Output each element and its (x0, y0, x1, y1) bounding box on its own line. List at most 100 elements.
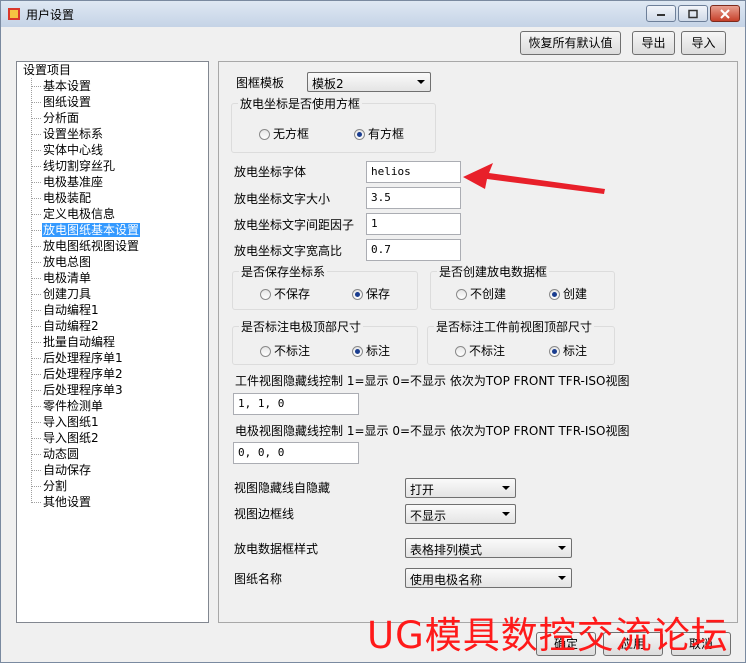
tree-item[interactable]: 自动保存 (31, 462, 92, 478)
tree-item[interactable]: 自动编程1 (31, 302, 100, 318)
export-button[interactable]: 导出 (632, 31, 675, 55)
tree-connector-tick (31, 406, 41, 407)
tree-item[interactable]: 动态圆 (31, 446, 80, 462)
minimize-button[interactable] (646, 5, 676, 22)
workpiece-hidden-input[interactable]: 1, 1, 0 (233, 393, 359, 415)
auto-hide-value: 打开 (410, 483, 435, 497)
restore-defaults-button[interactable]: 恢复所有默认值 (520, 31, 621, 55)
title-bar[interactable]: 用户设置 (1, 1, 745, 27)
coord-font-input[interactable]: helios (366, 161, 461, 183)
tree-connector-tick (31, 134, 41, 135)
tree-connector-tick (31, 502, 41, 503)
tree-connector-tick (31, 102, 41, 103)
maximize-button[interactable] (678, 5, 708, 22)
coord-aspect-label: 放电坐标文字宽高比 (234, 244, 343, 258)
radio-selected-icon (352, 346, 363, 357)
tree-item[interactable]: 分割 (31, 478, 68, 494)
sheet-name-select[interactable]: 使用电极名称 (405, 568, 572, 588)
radio-selected-icon (352, 289, 363, 300)
chevron-down-icon (502, 512, 510, 516)
frame-template-value: 模板2 (312, 77, 344, 91)
frame-style-select[interactable]: 表格排列模式 (405, 538, 572, 558)
import-button[interactable]: 导入 (681, 31, 726, 55)
radio-workpiece-no-dim[interactable]: 不标注 (455, 343, 505, 359)
radio-not-save[interactable]: 不保存 (260, 286, 310, 302)
radio-icon (260, 289, 271, 300)
frame-template-label: 图框模板 (236, 76, 285, 90)
settings-panel: 图框模板 模板2 放电坐标是否使用方框 无方框 有方框 放电坐标字体 helio… (218, 61, 738, 623)
electrode-hidden-label: 电极视图隐藏线控制 1=显示 0=不显示 依次为TOP FRONT TFR-IS… (235, 424, 630, 438)
radio-electrode-dim[interactable]: 标注 (352, 343, 390, 359)
tree-item[interactable]: 创建刀具 (31, 286, 92, 302)
tree-item[interactable]: 放电总图 (31, 254, 92, 270)
view-border-select[interactable]: 不显示 (405, 504, 516, 524)
tree-item[interactable]: 放电图纸基本设置 (31, 222, 141, 238)
app-icon (8, 8, 20, 20)
tree-item[interactable]: 电极装配 (31, 190, 92, 206)
tree-item[interactable]: 后处理程序单2 (31, 366, 124, 382)
red-arrow-annotation (463, 163, 605, 194)
tree-item-label: 图纸设置 (43, 95, 92, 109)
radio-square[interactable]: 有方框 (354, 126, 404, 142)
tree-item-label: 零件检测单 (43, 399, 104, 413)
tree-item[interactable]: 后处理程序单3 (31, 382, 124, 398)
radio-icon (260, 346, 271, 357)
tree-item[interactable]: 其他设置 (31, 494, 92, 510)
tree-item[interactable]: 线切割穿丝孔 (31, 158, 116, 174)
radio-workpiece-dim[interactable]: 标注 (549, 343, 587, 359)
tree-item[interactable]: 分析面 (31, 110, 80, 126)
tree-item-label: 自动编程2 (43, 319, 99, 333)
tree-item-label: 电极装配 (43, 191, 92, 205)
tree-item[interactable]: 零件检测单 (31, 398, 104, 414)
tree-item[interactable]: 放电图纸视图设置 (31, 238, 140, 254)
tree-item-label: 创建刀具 (43, 287, 92, 301)
tree-item[interactable]: 导入图纸2 (31, 430, 100, 446)
tree-item[interactable]: 自动编程2 (31, 318, 100, 334)
sheet-name-label: 图纸名称 (234, 572, 283, 586)
tree-item[interactable]: 导入图纸1 (31, 414, 100, 430)
tree-item[interactable]: 批量自动编程 (31, 334, 116, 350)
workpiece-hidden-label: 工件视图隐藏线控制 1=显示 0=不显示 依次为TOP FRONT TFR-IS… (235, 374, 630, 388)
radio-selected-icon (549, 289, 560, 300)
tree-item-label: 动态圆 (43, 447, 80, 461)
auto-hide-label: 视图隐藏线自隐藏 (234, 481, 331, 495)
tree-item-label: 自动保存 (43, 463, 92, 477)
tree-item-label: 放电图纸基本设置 (42, 223, 141, 237)
tree-item-label: 导入图纸2 (43, 431, 99, 445)
tree-connector-tick (31, 422, 41, 423)
electrode-hidden-input[interactable]: 0, 0, 0 (233, 442, 359, 464)
close-button[interactable] (710, 5, 740, 22)
tree-item[interactable]: 电极清单 (31, 270, 92, 286)
tree-item-label: 后处理程序单3 (43, 383, 123, 397)
tree-connector-tick (31, 278, 41, 279)
coord-spacing-input[interactable]: 1 (366, 213, 461, 235)
tree-item[interactable]: 实体中心线 (31, 142, 104, 158)
tree-item-label: 分析面 (43, 111, 80, 125)
view-border-value: 不显示 (410, 509, 447, 523)
tree-item[interactable]: 后处理程序单1 (31, 350, 124, 366)
workpiece-top-title: 是否标注工件前视图顶部尺寸 (434, 318, 595, 335)
frame-template-select[interactable]: 模板2 (307, 72, 431, 92)
radio-save[interactable]: 保存 (352, 286, 390, 302)
radio-not-create[interactable]: 不创建 (456, 286, 506, 302)
tree-item[interactable]: 设置坐标系 (31, 126, 104, 142)
tree-item[interactable]: 图纸设置 (31, 94, 92, 110)
tree-item[interactable]: 基本设置 (31, 78, 92, 94)
coord-text-size-input[interactable]: 3.5 (366, 187, 461, 209)
settings-tree[interactable]: 设置项目 基本设置 图纸设置分析面 设置坐标系 实体中心线 线切割穿丝孔 电极基准座 电极装… (16, 61, 209, 623)
coord-square-title: 放电坐标是否使用方框 (238, 95, 363, 112)
tree-connector-tick (31, 486, 41, 487)
window-title: 用户设置 (26, 8, 75, 22)
tree-connector-tick (31, 246, 41, 247)
radio-create[interactable]: 创建 (549, 286, 587, 302)
radio-electrode-no-dim[interactable]: 不标注 (260, 343, 310, 359)
tree-item[interactable]: 定义电极信息 (31, 206, 116, 222)
radio-no-square[interactable]: 无方框 (259, 126, 309, 142)
tree-connector-tick (31, 358, 41, 359)
tree-item[interactable]: 电极基准座 (31, 174, 104, 190)
radio-icon (259, 129, 270, 140)
tree-connector-tick (31, 390, 41, 391)
tree-root[interactable]: 设置项目 (23, 62, 71, 78)
coord-aspect-input[interactable]: 0.7 (366, 239, 461, 261)
auto-hide-select[interactable]: 打开 (405, 478, 516, 498)
